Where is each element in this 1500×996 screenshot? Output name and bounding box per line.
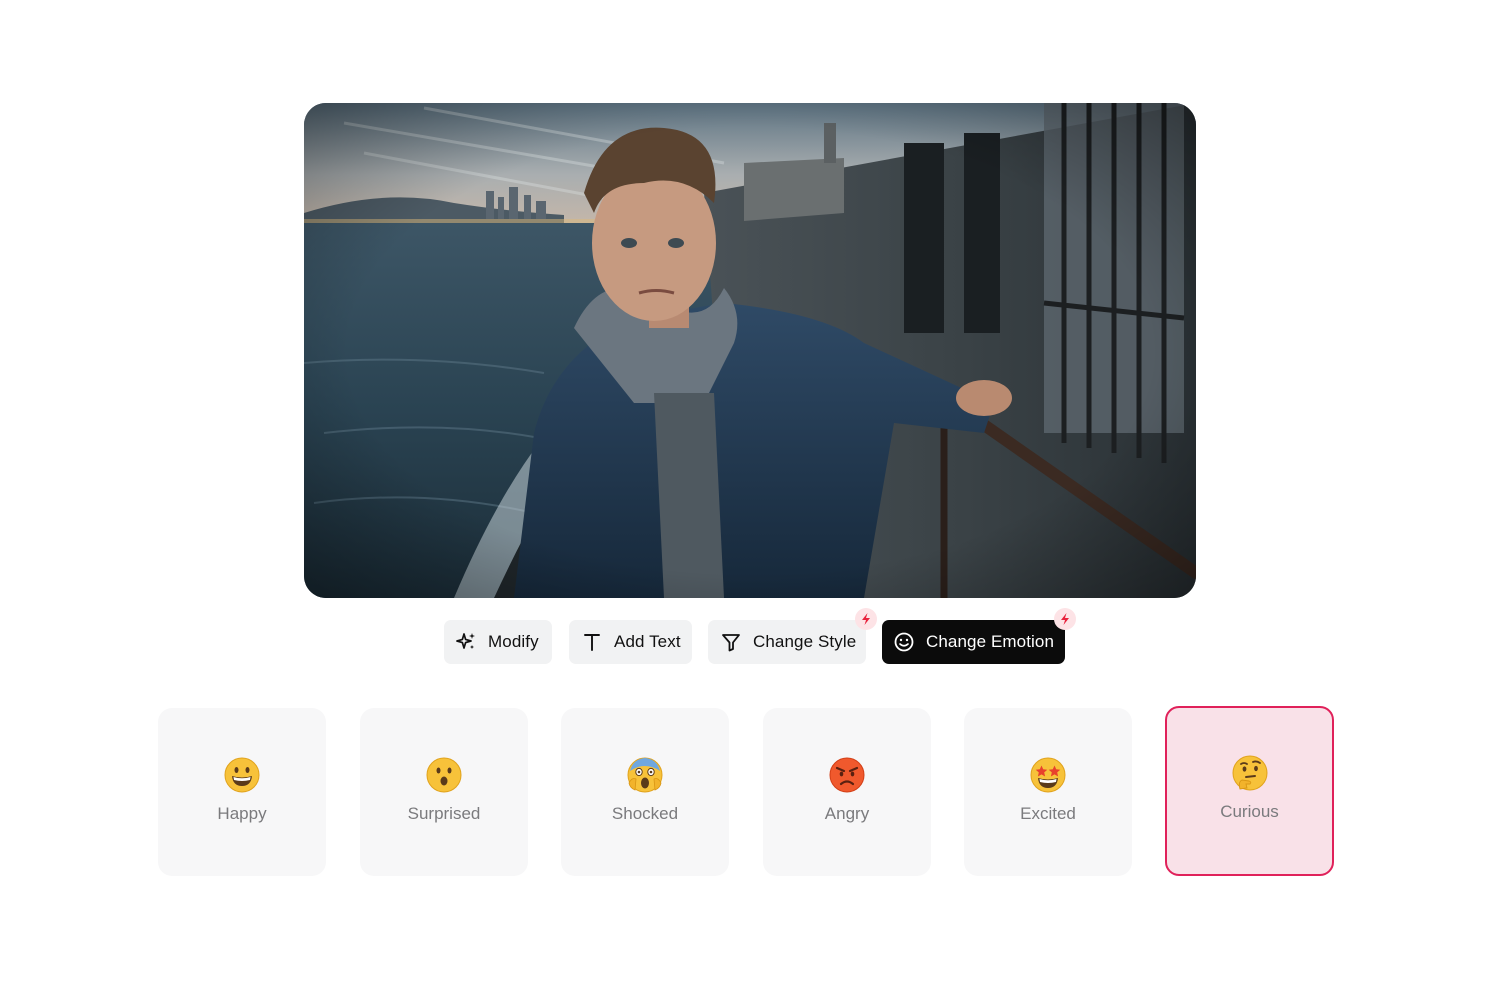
change-style-button[interactable]: Change Style xyxy=(708,608,877,664)
emotion-card-happy[interactable]: Happy xyxy=(158,708,326,876)
emotion-card-shocked[interactable]: Shocked xyxy=(561,708,729,876)
add-text-label: Add Text xyxy=(614,632,681,651)
angry-face-icon xyxy=(763,757,931,793)
lightning-icon xyxy=(855,608,877,630)
emotion-label: Surprised xyxy=(407,804,481,823)
emotion-label: Shocked xyxy=(611,804,679,823)
filter-icon xyxy=(720,631,742,653)
text-icon xyxy=(581,631,603,653)
modify-button[interactable]: Modify xyxy=(444,620,552,664)
photo-illustration xyxy=(304,103,1196,598)
emotion-card-excited[interactable]: Excited xyxy=(964,708,1132,876)
change-style-label: Change Style xyxy=(753,632,857,651)
modify-label: Modify xyxy=(488,632,539,651)
emotion-label: Excited xyxy=(1020,804,1076,823)
emotion-card-curious[interactable]: Curious xyxy=(1165,706,1334,876)
lightning-icon xyxy=(1054,608,1076,630)
screaming-face-icon xyxy=(561,757,729,793)
thinking-face-icon xyxy=(1167,755,1332,791)
add-text-button[interactable]: Add Text xyxy=(569,620,692,664)
star-struck-face-icon xyxy=(964,757,1132,793)
sparkles-icon xyxy=(455,631,477,653)
change-emotion-button[interactable]: Change Emotion xyxy=(882,608,1076,664)
change-emotion-label: Change Emotion xyxy=(926,632,1055,651)
emotion-label: Curious xyxy=(1220,802,1279,821)
emotion-label: Angry xyxy=(824,804,870,823)
generated-image[interactable] xyxy=(304,103,1196,598)
grinning-face-icon xyxy=(158,757,326,793)
emotion-label: Happy xyxy=(217,804,267,823)
emotion-card-angry[interactable]: Angry xyxy=(763,708,931,876)
emotion-card-surprised[interactable]: Surprised xyxy=(360,708,528,876)
edit-toolbar: Modify Add Text Change Style Change Emot… xyxy=(0,608,1500,664)
hushed-face-icon xyxy=(360,757,528,793)
smiley-icon xyxy=(893,631,915,653)
editor-canvas: Modify Add Text Change Style Change Emot… xyxy=(0,0,1500,996)
